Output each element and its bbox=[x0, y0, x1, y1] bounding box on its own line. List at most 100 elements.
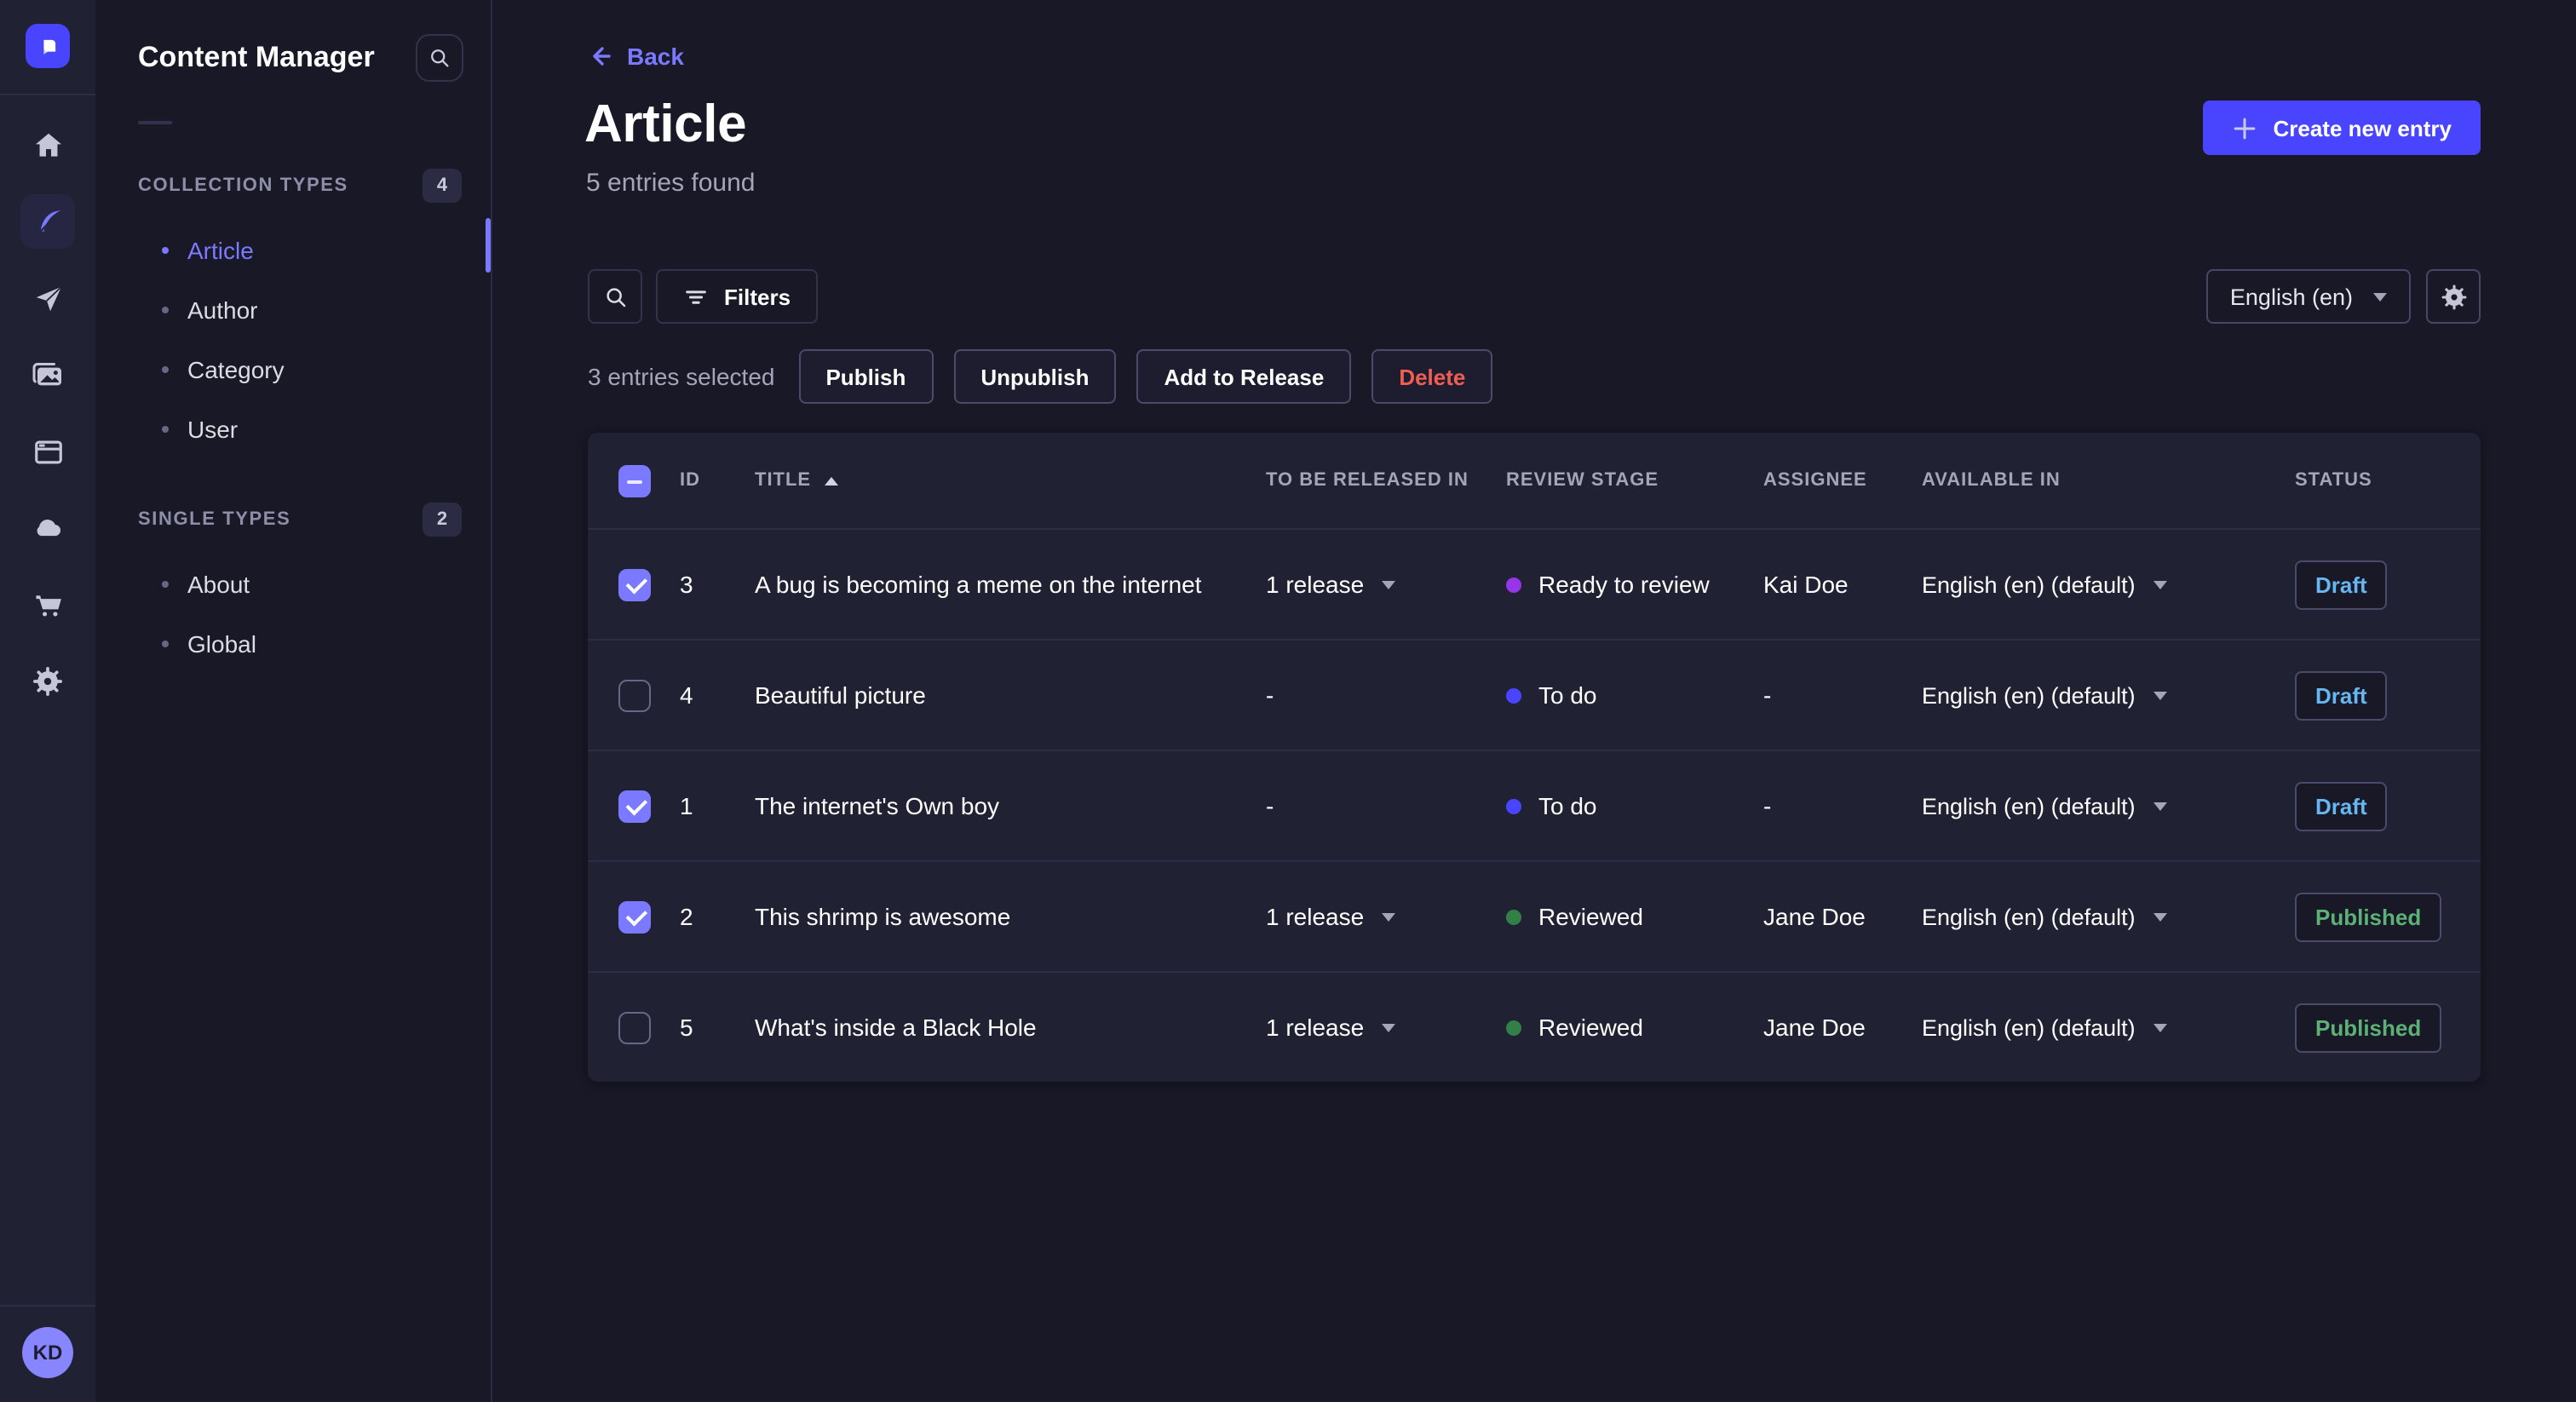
stage-label: To do bbox=[1538, 681, 1597, 709]
bullet-icon bbox=[162, 306, 169, 313]
paper-plane-icon[interactable] bbox=[20, 271, 75, 325]
layout-icon[interactable] bbox=[20, 424, 75, 479]
cell-locale-select[interactable]: English (en) (default) bbox=[1922, 793, 2295, 819]
single-types-section: SINGLE TYPES 2 About Global bbox=[95, 503, 491, 673]
delete-button[interactable]: Delete bbox=[1371, 349, 1493, 404]
entries-table: ID TITLE TO BE RELEASED IN REVIEW STAGE … bbox=[588, 433, 2481, 1082]
column-header-available-in: AVAILABLE IN bbox=[1922, 470, 2061, 491]
content-manager-subnav: Content Manager COLLECTION TYPES 4 Artic… bbox=[95, 0, 492, 1402]
cell-locale-select[interactable]: English (en) (default) bbox=[1922, 572, 2295, 597]
table-row[interactable]: 4 Beautiful picture - To do - English (e… bbox=[588, 639, 2481, 750]
cloud-icon[interactable] bbox=[20, 501, 75, 555]
cell-assignee: Jane Doe bbox=[1763, 1014, 1866, 1041]
row-checkbox[interactable] bbox=[618, 790, 651, 822]
cell-release-select[interactable]: 1 release bbox=[1266, 1014, 1506, 1041]
cell-locale-select[interactable]: English (en) (default) bbox=[1922, 682, 2295, 708]
view-settings-button[interactable] bbox=[2426, 269, 2481, 324]
subnav-title: Content Manager bbox=[138, 41, 375, 73]
release-value: 1 release bbox=[1266, 1014, 1365, 1041]
column-header-review-stage: REVIEW STAGE bbox=[1506, 470, 1659, 491]
cell-assignee: - bbox=[1763, 792, 1772, 819]
bullet-icon bbox=[162, 580, 169, 587]
locale-value: English (en) (default) bbox=[1922, 682, 2136, 708]
column-header-title[interactable]: TITLE bbox=[755, 470, 1266, 491]
stage-dot bbox=[1506, 687, 1521, 703]
table-header-row: ID TITLE TO BE RELEASED IN REVIEW STAGE … bbox=[588, 433, 2481, 528]
chevron-down-icon bbox=[2153, 691, 2168, 699]
column-header-id: ID bbox=[680, 470, 700, 491]
create-new-entry-button[interactable]: Create new entry bbox=[2203, 101, 2481, 155]
locale-select[interactable]: English (en) bbox=[2205, 269, 2411, 324]
release-value: 1 release bbox=[1266, 903, 1365, 930]
release-value: 1 release bbox=[1266, 571, 1365, 598]
sidebar-item-global[interactable]: Global bbox=[95, 613, 491, 673]
collection-types-section: COLLECTION TYPES 4 Article Author Catego… bbox=[95, 169, 491, 458]
strapi-logo-icon bbox=[43, 38, 55, 54]
subnav-divider bbox=[138, 121, 172, 124]
status-badge: Published bbox=[2295, 892, 2442, 941]
cell-release-select[interactable]: - bbox=[1266, 681, 1506, 709]
sidebar-item-article[interactable]: Article bbox=[95, 220, 491, 279]
row-checkbox[interactable] bbox=[618, 1011, 651, 1043]
cell-id: 4 bbox=[680, 681, 693, 709]
cell-release-select[interactable]: - bbox=[1266, 792, 1506, 819]
plus-icon bbox=[2234, 117, 2256, 139]
sidebar-item-author[interactable]: Author bbox=[95, 279, 491, 339]
status-badge: Draft bbox=[2295, 781, 2388, 830]
sidebar-item-about[interactable]: About bbox=[95, 554, 491, 613]
stage-dot bbox=[1506, 909, 1521, 924]
subnav-search-button[interactable] bbox=[416, 34, 463, 82]
filters-label: Filters bbox=[724, 284, 791, 309]
active-item-indicator bbox=[486, 218, 491, 273]
chevron-down-icon bbox=[1381, 1023, 1395, 1031]
column-header-status: STATUS bbox=[2295, 470, 2372, 491]
column-header-label: TITLE bbox=[755, 470, 812, 491]
add-to-release-button[interactable]: Add to Release bbox=[1136, 349, 1352, 404]
sidebar-item-category[interactable]: Category bbox=[95, 339, 491, 399]
filters-button[interactable]: Filters bbox=[656, 269, 819, 324]
locale-value: English (en) bbox=[2229, 284, 2353, 309]
table-row[interactable]: 3 A bug is becoming a meme on the intern… bbox=[588, 528, 2481, 639]
chevron-down-icon bbox=[2153, 912, 2168, 921]
filter-icon bbox=[686, 290, 706, 303]
back-link[interactable]: Back bbox=[586, 43, 684, 70]
stage-label: Reviewed bbox=[1538, 903, 1643, 930]
cell-review-stage: Reviewed bbox=[1506, 1014, 1763, 1041]
release-value: - bbox=[1266, 681, 1274, 709]
main-content: Back Article 5 entries found Create new … bbox=[492, 0, 2576, 1402]
arrow-left-icon bbox=[593, 47, 611, 66]
row-checkbox[interactable] bbox=[618, 679, 651, 711]
locale-value: English (en) (default) bbox=[1922, 904, 2136, 929]
cell-title: The internet's Own boy bbox=[755, 792, 1000, 819]
media-library-icon[interactable] bbox=[20, 348, 75, 402]
cell-id: 1 bbox=[680, 792, 693, 819]
publish-button[interactable]: Publish bbox=[798, 349, 934, 404]
sidebar-item-user[interactable]: User bbox=[95, 399, 491, 458]
back-label: Back bbox=[627, 43, 684, 70]
table-search-button[interactable] bbox=[588, 269, 642, 324]
strapi-logo[interactable] bbox=[26, 24, 70, 68]
cell-release-select[interactable]: 1 release bbox=[1266, 903, 1506, 930]
table-row[interactable]: 1 The internet's Own boy - To do - Engli… bbox=[588, 750, 2481, 860]
chevron-down-icon bbox=[2153, 802, 2168, 810]
row-checkbox[interactable] bbox=[618, 568, 651, 600]
section-label: COLLECTION TYPES bbox=[138, 175, 348, 196]
user-avatar[interactable]: KD bbox=[22, 1327, 73, 1378]
row-checkbox[interactable] bbox=[618, 900, 651, 933]
unpublish-button[interactable]: Unpublish bbox=[953, 349, 1117, 404]
sidebar-item-label: Global bbox=[187, 629, 256, 657]
settings-gear-icon[interactable] bbox=[20, 654, 75, 709]
sidebar-item-label: Category bbox=[187, 355, 285, 382]
table-row[interactable]: 5 What's inside a Black Hole 1 release R… bbox=[588, 971, 2481, 1082]
cell-release-select[interactable]: 1 release bbox=[1266, 571, 1506, 598]
marketplace-cart-icon[interactable] bbox=[20, 577, 75, 632]
cell-locale-select[interactable]: English (en) (default) bbox=[1922, 1014, 2295, 1040]
content-manager-feather-icon[interactable] bbox=[20, 194, 75, 249]
gear-icon bbox=[2441, 284, 2466, 309]
count-badge: 2 bbox=[423, 503, 462, 537]
home-icon[interactable] bbox=[20, 118, 75, 172]
select-all-checkbox[interactable] bbox=[618, 464, 651, 497]
table-row[interactable]: 2 This shrimp is awesome 1 release Revie… bbox=[588, 860, 2481, 971]
cell-locale-select[interactable]: English (en) (default) bbox=[1922, 904, 2295, 929]
rail-divider bbox=[0, 94, 95, 95]
